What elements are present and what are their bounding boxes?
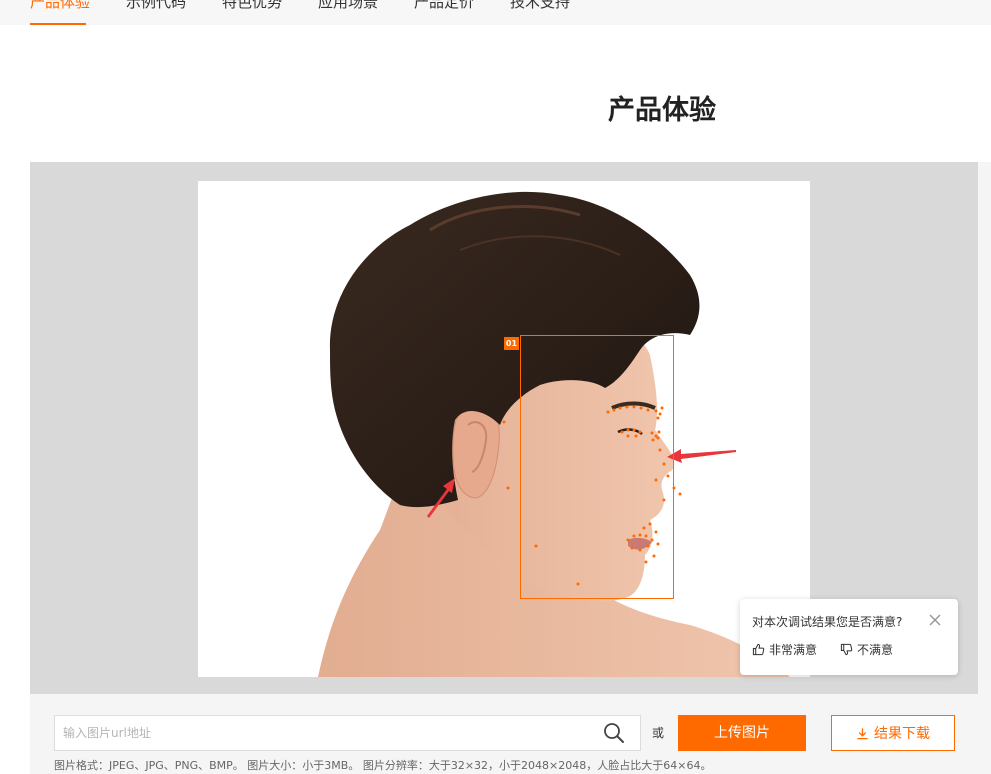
close-icon[interactable] — [928, 613, 942, 627]
very-satisfied-button[interactable]: 非常满意 — [752, 641, 817, 658]
download-icon — [857, 727, 868, 739]
not-satisfied-label: 不满意 — [857, 643, 894, 657]
page-gutter — [978, 162, 991, 774]
nav-tab-product-experience[interactable]: 产品体验 — [30, 0, 90, 13]
or-label: 或 — [652, 726, 665, 740]
nav-active-indicator — [30, 23, 86, 25]
top-nav: 产品体验 示例代码 特色优势 应用场景 产品定价 技术支持 — [0, 0, 991, 25]
image-spec-hint: 图片格式：JPEG、JPG、PNG、BMP。 图片大小：小于3MB。 图片分辨率… — [54, 759, 712, 772]
thumbs-down-icon — [840, 643, 853, 656]
feedback-popup: 对本次调试结果您是否满意? 非常满意 不满意 — [740, 599, 958, 675]
download-result-label: 结果下载 — [874, 726, 930, 742]
nav-tab-pricing[interactable]: 产品定价 — [414, 0, 474, 13]
nav-tab-scenarios[interactable]: 应用场景 — [318, 0, 378, 13]
very-satisfied-label: 非常满意 — [769, 643, 818, 657]
nav-tab-sample-code[interactable]: 示例代码 — [126, 0, 186, 13]
preview-image — [198, 181, 810, 677]
download-result-button[interactable]: 结果下载 — [831, 715, 955, 751]
section-title: 产品体验 — [608, 95, 716, 126]
feedback-question: 对本次调试结果您是否满意? — [752, 615, 903, 629]
face-index-badge: 01 — [504, 337, 519, 350]
nav-tab-features[interactable]: 特色优势 — [222, 0, 282, 13]
nav-tab-support[interactable]: 技术支持 — [510, 0, 570, 13]
upload-image-button[interactable]: 上传图片 — [678, 715, 806, 751]
thumbs-up-icon — [752, 643, 765, 656]
not-satisfied-button[interactable]: 不满意 — [840, 641, 893, 658]
image-url-input[interactable] — [54, 715, 641, 751]
search-icon[interactable] — [602, 721, 626, 745]
face-detection-box — [520, 335, 674, 599]
